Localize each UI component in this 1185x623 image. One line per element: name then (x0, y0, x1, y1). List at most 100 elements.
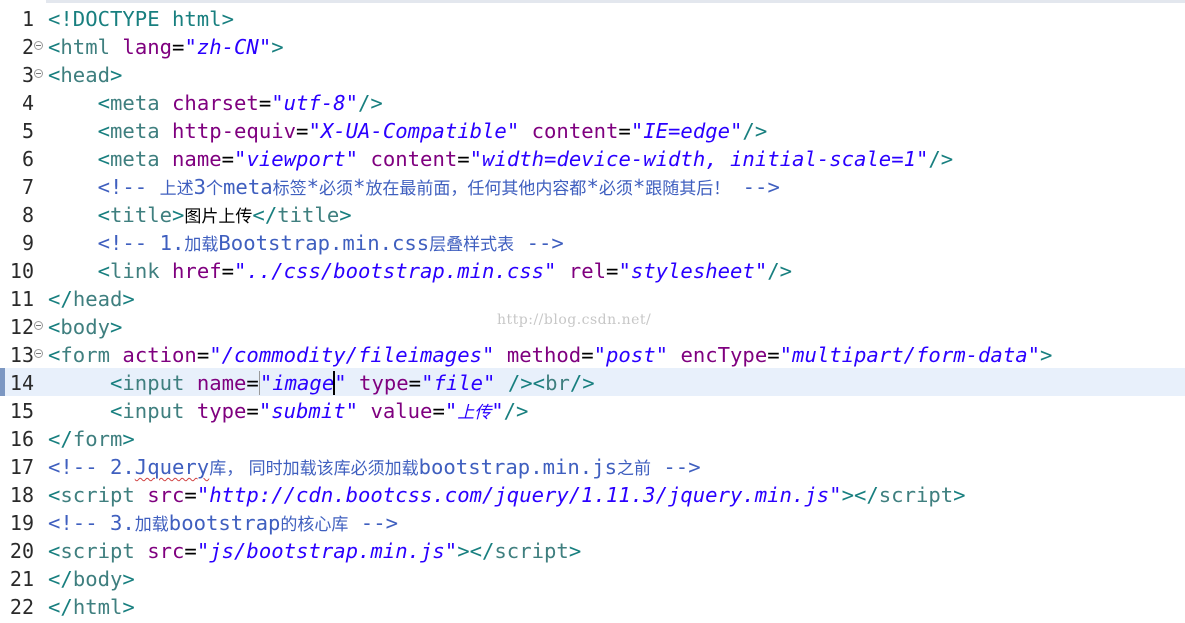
code-line[interactable]: 18 <script src="http://cdn.bootcss.com/jq… (0, 480, 1185, 508)
code-text[interactable]: </body> (48, 566, 135, 592)
line-number: 18 (9, 483, 34, 507)
element-name: html (60, 35, 111, 59)
tag-bracket: ></ (841, 483, 879, 507)
comment-text: <!-- (97, 175, 160, 199)
code-line[interactable]: 22 </html> (0, 592, 1185, 620)
tag-bracket: < (97, 203, 111, 227)
code-line[interactable]: 14 <input name="image" type="file" /><br… (0, 368, 1185, 396)
line-number: 1 (21, 7, 34, 31)
code-editor[interactable]: 1 <!DOCTYPE html> 2 <html lang="zh-CN"> 3 <he… (0, 0, 1185, 623)
tag-bracket: /> (503, 399, 529, 423)
code-line[interactable]: 17 <!-- 2.Jquery库， 同时加载该库必须加载bootstrap.mi… (0, 452, 1185, 480)
code-text[interactable]: <input type="submit" value="上传"/> (48, 398, 528, 426)
attribute-name: name (172, 147, 222, 171)
code-line[interactable]: 21 </body> (0, 564, 1185, 592)
comment-text: 加载 (184, 235, 219, 255)
comment-text: 之前 (617, 459, 651, 479)
comment-text: bootstrap (168, 511, 281, 535)
code-text[interactable]: <html lang="zh-CN"> (48, 34, 284, 60)
code-text[interactable]: <script src="js/bootstrap.min.js"></scri… (48, 538, 581, 564)
comment-text: * (586, 175, 599, 199)
element-name: input (122, 371, 185, 395)
attribute-value: "post" (593, 343, 669, 367)
code-line[interactable]: 1 <!DOCTYPE html> (0, 4, 1185, 32)
comment-text: 个 (206, 179, 224, 199)
code-line[interactable]: 7 <!-- 上述3个meta标签*必须*放在最前面，任何其他内容都*必须*跟随… (0, 172, 1185, 200)
fold-collapse-icon[interactable] (34, 69, 43, 78)
code-line[interactable]: 16 </form> (0, 424, 1185, 452)
code-line[interactable]: 9 <!-- 1.加载Bootstrap.min.css层叠样式表 --> (0, 228, 1185, 256)
code-line[interactable]: 5 <meta http-equiv="X-UA-Compatible" con… (0, 116, 1185, 144)
comment-text: 必须 (319, 179, 354, 199)
code-text[interactable]: <!-- 上述3个meta标签*必须*放在最前面，任何其他内容都*必须*跟随其后… (48, 174, 780, 202)
fold-collapse-icon[interactable] (34, 41, 43, 50)
code-text[interactable]: <head> (48, 62, 122, 88)
editor-top-border (0, 0, 1185, 3)
attribute-name: type (196, 399, 247, 423)
element-name: script (60, 483, 135, 507)
code-text[interactable]: <meta http-equiv="X-UA-Compatible" conte… (48, 118, 768, 144)
attribute-value: "IE=edge" (630, 119, 743, 143)
code-text[interactable]: <input name="image" type="file" /><br/> (48, 370, 595, 396)
element-name: br (545, 371, 570, 395)
comment-text: --> (514, 231, 564, 255)
tag-bracket: </ (48, 427, 73, 451)
code-text[interactable]: <!-- 2.Jquery库， 同时加载该库必须加载bootstrap.min.… (48, 454, 701, 482)
element-name: meta (110, 147, 160, 171)
code-line[interactable]: 3 <head> (0, 60, 1185, 88)
code-text[interactable]: </head> (48, 286, 135, 312)
equals-sign: = (767, 343, 780, 367)
code-text[interactable]: </html> (48, 594, 135, 620)
code-line[interactable]: 20 <script src="js/bootstrap.min.js"></sc… (0, 536, 1185, 564)
code-text[interactable]: <body> (48, 314, 122, 340)
code-line[interactable]: 15 <input type="submit" value="上传"/> (0, 396, 1185, 424)
fold-collapse-icon[interactable] (34, 349, 43, 358)
attribute-value: "js/bootstrap.min.js" (196, 539, 458, 563)
code-text[interactable]: <!-- 1.加载Bootstrap.min.css层叠样式表 --> (48, 230, 564, 258)
code-line[interactable]: 13 <form action="/commodity/fileimages" m… (0, 340, 1185, 368)
attribute-value: " (444, 399, 458, 423)
tag-bracket: > (953, 483, 966, 507)
comment-text: <!-- 1. (97, 231, 185, 255)
tag-bracket: > (110, 315, 123, 339)
comment-text: bootstrap.min.js (418, 455, 617, 479)
code-text[interactable]: <script src="http://cdn.bootcss.com/jque… (48, 482, 966, 508)
attribute-name: lang (122, 35, 173, 59)
equals-sign: = (581, 343, 594, 367)
code-line[interactable]: 6 <meta name="viewport" content="width=d… (0, 144, 1185, 172)
line-number: 16 (9, 427, 34, 451)
attribute-value: "../css/bootstrap.min.css" (234, 259, 557, 283)
comment-text: 跟随其后！ (645, 179, 731, 199)
code-line[interactable]: 2 <html lang="zh-CN"> (0, 32, 1185, 60)
code-line[interactable]: 10 <link href="../css/bootstrap.min.css"… (0, 256, 1185, 284)
tag-bracket: < (48, 315, 61, 339)
code-text[interactable]: <!DOCTYPE html> (48, 6, 234, 32)
code-line[interactable]: 4 <meta charset="utf-8"/> (0, 88, 1185, 116)
line-number: 2 (21, 35, 34, 59)
comment-segment: 层叠样式表 (429, 231, 514, 255)
code-line[interactable]: 19 <!-- 3.加载bootstrap的核心库 --> (0, 508, 1185, 536)
code-text[interactable]: <link href="../css/bootstrap.min.css" re… (48, 258, 792, 284)
code-text[interactable]: <meta name="viewport" content="width=dev… (48, 146, 954, 172)
code-line[interactable]: 8 <title>图片上传</title> (0, 200, 1185, 228)
comment-text: 加载 (134, 515, 169, 535)
tag-bracket: /> (742, 119, 768, 143)
code-text[interactable]: <form action="/commodity/fileimages" met… (48, 342, 1052, 368)
code-line[interactable]: 11 </head> (0, 284, 1185, 312)
comment-text: --> (348, 511, 398, 535)
attribute-value: "stylesheet" (618, 259, 768, 283)
code-text[interactable]: <!-- 3.加载bootstrap的核心库 --> (48, 510, 398, 538)
attribute-value: "image (258, 371, 335, 395)
code-text[interactable]: <meta charset="utf-8"/> (48, 90, 383, 116)
element-name: link (110, 259, 160, 283)
comment-segment: 库， 同时加载该库必须加载 (209, 455, 418, 479)
fold-collapse-icon[interactable] (34, 321, 43, 330)
tag-bracket: /> (767, 259, 793, 283)
equals-sign: = (246, 371, 259, 395)
code-text[interactable]: </form> (48, 426, 135, 452)
comment-segment: 必须 (599, 175, 633, 199)
code-text[interactable]: <title>图片上传</title> (48, 202, 352, 230)
